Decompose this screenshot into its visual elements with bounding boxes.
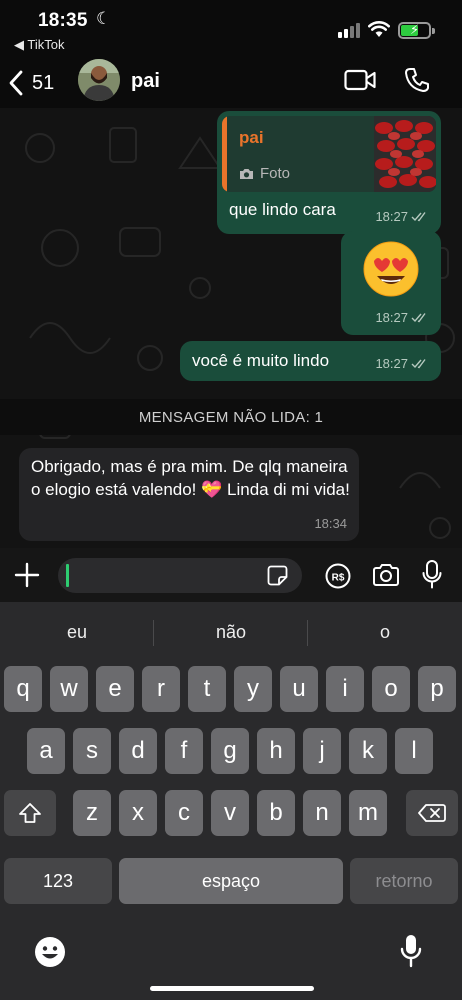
chevron-left-icon [9,70,23,96]
plus-icon[interactable] [14,562,40,588]
emoji-keyboard-icon[interactable] [34,936,66,968]
key-n[interactable]: n [303,790,341,836]
key-g[interactable]: g [211,728,249,774]
focus-moon-icon: ☾ [96,9,112,28]
message-bubble-incoming[interactable]: Obrigado, mas é pra mim. De qlq maneira … [19,448,359,541]
key-o[interactable]: o [372,666,410,712]
back-button[interactable]: 51 [8,66,54,100]
quoted-message[interactable]: pai Foto [222,116,436,192]
message-meta: 18:27 [375,306,429,329]
microphone-icon[interactable] [422,560,442,590]
quote-accent-bar [222,116,227,192]
battery-icon: ⚡ [398,22,435,39]
suggestion-1[interactable]: eu [0,610,154,654]
message-time: 18:27 [375,310,408,325]
shift-key[interactable] [4,790,56,836]
phone-call-icon[interactable] [404,67,430,93]
quote-type: Foto [239,162,290,185]
message-time: 18:27 [375,209,408,224]
key-w[interactable]: w [50,666,88,712]
key-b[interactable]: b [257,790,295,836]
message-input-bar: R$ [0,548,462,602]
svg-text:R$: R$ [332,573,345,584]
back-to-app-link[interactable]: ◀ TikTok [14,37,64,53]
space-key[interactable]: espaço [119,858,343,904]
key-i[interactable]: i [326,666,364,712]
message-text: Obrigado, mas é pra mim. De qlq maneira … [31,457,350,499]
quote-type-label: Foto [260,165,291,182]
message-meta: 18:34 [314,512,347,535]
heart-eyes-emoji [363,241,419,297]
unread-messages-banner: MENSAGEM NÃO LIDA: 1 [0,399,462,435]
key-h[interactable]: h [257,728,295,774]
status-bar: 18:35 ☾ ◀ TikTok ⚡ [0,0,462,58]
status-time: 18:35 [38,10,88,31]
camera-icon[interactable] [372,563,400,587]
chat-header: 51 pai [0,58,462,108]
message-input[interactable] [58,558,302,593]
key-m[interactable]: m [349,790,387,836]
dictation-mic-icon[interactable] [400,934,422,968]
key-y[interactable]: y [234,666,272,712]
message-meta: 18:27 [375,352,429,375]
keyboard: eu não o q w e r t y u i o p a s d f g h… [0,602,462,1000]
message-meta: 18:27 [375,205,429,228]
key-z[interactable]: z [73,790,111,836]
key-v[interactable]: v [211,790,249,836]
text-caret [66,564,69,587]
message-bubble-outgoing[interactable]: você é muito lindo 18:27 [180,341,441,381]
screen: 18:35 ☾ ◀ TikTok ⚡ 51 pai pai Foto que l… [0,0,462,1000]
shift-arrow-icon [19,803,41,823]
chat-area[interactable]: pai Foto que lindo cara 18:27 18:27 você… [0,108,462,548]
key-d[interactable]: d [119,728,157,774]
backspace-key[interactable] [406,790,458,836]
video-call-icon[interactable] [344,69,376,91]
suggestion-2[interactable]: não [154,610,308,654]
payment-icon[interactable]: R$ [325,563,351,589]
key-t[interactable]: t [188,666,226,712]
numbers-key[interactable]: 123 [4,858,112,904]
unread-count: 51 [32,71,55,94]
key-e[interactable]: e [96,666,134,712]
camera-icon [240,168,253,179]
message-bubble-outgoing[interactable]: 18:27 [341,231,441,335]
wifi-icon [368,21,390,37]
message-bubble-outgoing[interactable]: pai Foto que lindo cara 18:27 [217,111,441,234]
suggestion-3[interactable]: o [308,610,462,654]
quote-author: pai [239,128,264,147]
key-c[interactable]: c [165,790,203,836]
home-indicator[interactable] [150,986,314,991]
key-l[interactable]: l [395,728,433,774]
backspace-icon [418,804,446,822]
message-time: 18:34 [314,516,347,531]
avatar[interactable] [78,59,120,101]
key-u[interactable]: u [280,666,318,712]
key-p[interactable]: p [418,666,456,712]
key-f[interactable]: f [165,728,203,774]
message-text: você é muito lindo [192,351,330,370]
quoted-photo-thumbnail [374,116,436,192]
message-text: que lindo cara [229,200,336,219]
key-k[interactable]: k [349,728,387,774]
key-j[interactable]: j [303,728,341,774]
return-key[interactable]: retorno [350,858,458,904]
key-r[interactable]: r [142,666,180,712]
key-a[interactable]: a [27,728,65,774]
cellular-signal-icon [338,22,362,38]
contact-name[interactable]: pai [131,70,160,93]
read-ticks-icon [411,212,426,222]
sticker-icon[interactable] [267,565,288,586]
key-x[interactable]: x [119,790,157,836]
key-q[interactable]: q [4,666,42,712]
read-ticks-icon [411,359,426,369]
key-s[interactable]: s [73,728,111,774]
message-time: 18:27 [375,356,408,371]
read-ticks-icon [411,313,426,323]
